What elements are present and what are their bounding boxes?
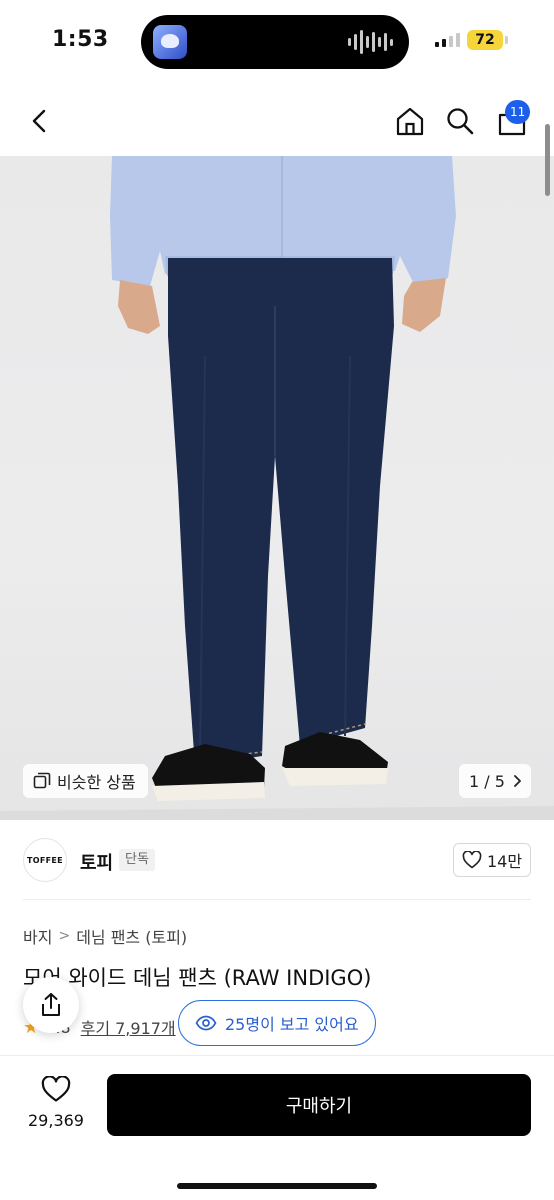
status-bar: 1:53 72 (0, 0, 554, 84)
bottom-action-bar: 29,369 구매하기 (0, 1055, 554, 1200)
product-image-carousel[interactable] (0, 156, 554, 820)
duplicate-icon (33, 772, 51, 789)
battery-indicator: 72 (467, 30, 503, 50)
chevron-right-icon: > (58, 928, 71, 944)
cellular-signal-icon (435, 33, 460, 47)
brand-name[interactable]: 토피 (80, 849, 113, 875)
dynamic-island[interactable] (141, 15, 409, 69)
similar-products-button[interactable]: 비슷한 상품 (23, 764, 148, 798)
breadcrumb-item-subcategory[interactable]: 데님 팬츠 (토피) (76, 924, 187, 948)
product-title: 모어 와이드 데님 팬츠 (RAW INDIGO) (23, 966, 372, 990)
section-divider (23, 899, 531, 900)
now-playing-artwork (153, 25, 187, 59)
similar-products-label: 비슷한 상품 (57, 773, 136, 792)
eye-icon (195, 1015, 217, 1031)
product-photo (0, 156, 554, 820)
wishlist-count: 29,369 (28, 1111, 84, 1130)
audio-waveform-icon (348, 29, 393, 55)
cart-count-badge: 11 (505, 100, 531, 124)
heart-icon (462, 851, 482, 869)
home-icon[interactable] (390, 101, 430, 141)
page-scrollbar[interactable] (545, 124, 550, 196)
buy-button[interactable]: 구매하기 (107, 1074, 531, 1136)
chevron-right-icon (514, 775, 521, 787)
search-icon[interactable] (440, 101, 480, 141)
heart-icon (41, 1075, 71, 1102)
review-count-link[interactable]: 후기 7,917개 (81, 1015, 176, 1039)
image-pager-label: 1 / 5 (469, 771, 505, 791)
live-viewers-label: 25명이 보고 있어요 (225, 1015, 359, 1034)
share-button[interactable] (23, 977, 79, 1033)
brand-logo[interactable]: TOFFEE (23, 838, 67, 882)
battery-tip (505, 36, 508, 44)
share-icon (42, 993, 60, 1016)
image-pager[interactable]: 1 / 5 (459, 764, 531, 798)
breadcrumb: 바지 > 데님 팬츠 (토피) (23, 924, 187, 948)
live-viewers-badge: 25명이 보고 있어요 (178, 1000, 376, 1046)
brand-row: TOFFEE 토피 단독 14만 (0, 820, 554, 900)
top-nav-bar (0, 84, 554, 156)
brand-like-button[interactable]: 14만 (453, 843, 531, 877)
home-indicator[interactable] (177, 1183, 377, 1189)
back-icon[interactable] (20, 101, 60, 141)
brand-like-count: 14만 (486, 852, 523, 871)
exclusive-badge: 단독 (119, 849, 155, 871)
breadcrumb-item-category[interactable]: 바지 (23, 924, 52, 948)
status-time: 1:53 (52, 27, 109, 52)
wishlist-button[interactable]: 29,369 (20, 1075, 92, 1130)
